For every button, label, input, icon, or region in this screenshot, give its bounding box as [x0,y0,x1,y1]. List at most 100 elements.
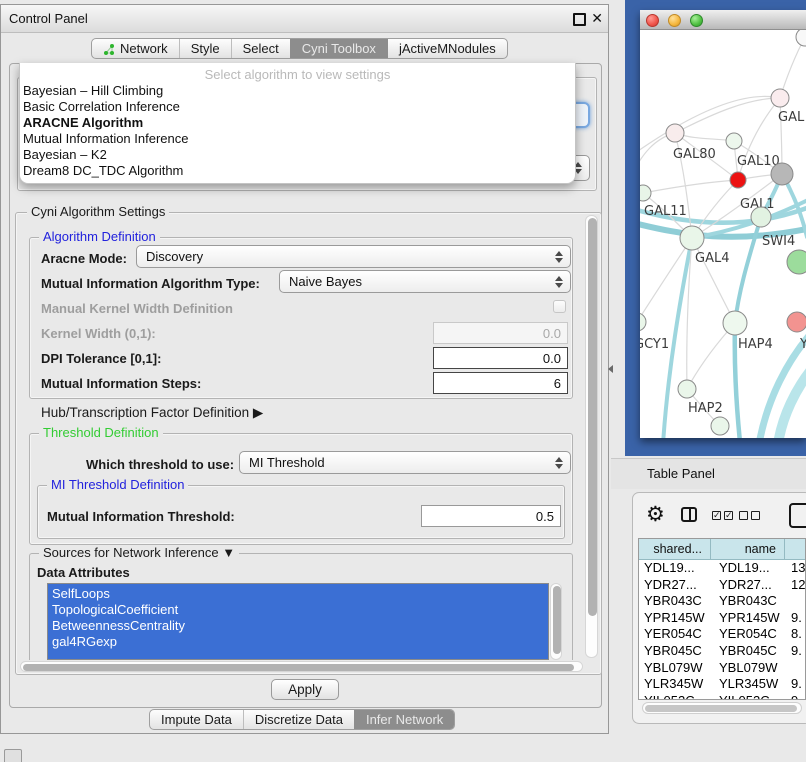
deselect-all-checkbox-icon[interactable] [739,511,748,520]
splitter-handle-icon[interactable] [608,365,613,373]
column-header-extra[interactable] [785,539,805,559]
table-cell: YBR043C [639,593,711,610]
table-cell: YPR145W [711,610,785,627]
table-cell: YIL052C [711,693,785,700]
network-canvas[interactable]: GALGAL80GAL10GAL1SWI4GAL11GAL4GCY1HAP4YH… [640,30,806,438]
table-row[interactable]: YPR145WYPR145W9. [639,610,805,627]
table-row[interactable]: YBR045CYBR045C9. [639,643,805,660]
settings-horizontal-scrollbar[interactable] [20,661,583,672]
table-cell: YBR045C [711,643,785,660]
network-node[interactable] [787,312,806,332]
dpi-tolerance-field[interactable]: 0.0 [433,347,568,369]
minimized-panel-icon[interactable] [4,749,22,762]
tab-style[interactable]: Style [179,39,231,58]
table-row[interactable]: YDR27...YDR27...12 [639,577,805,594]
network-node[interactable] [751,207,771,227]
tab-discretize-data[interactable]: Discretize Data [243,710,354,729]
network-node-label: GAL4 [695,251,729,266]
algorithm-option[interactable]: Bayesian – Hill Climbing [20,83,575,99]
table-horizontal-scrollbar[interactable] [642,702,802,714]
network-node[interactable] [730,172,746,188]
algorithm-option[interactable]: ARACNE Algorithm [20,115,575,131]
settings-horizontal-scrollbar-thumb[interactable] [23,664,574,671]
network-node[interactable] [787,250,806,274]
data-attributes-list[interactable]: SelfLoopsTopologicalCoefficientBetweenne… [47,583,549,660]
mi-algorithm-type-combo[interactable]: Naive Bayes [279,270,571,293]
network-node[interactable] [666,124,684,142]
kernel-width-field[interactable]: 0.0 [433,322,568,344]
columns-icon[interactable] [681,507,697,522]
network-node[interactable] [640,185,651,201]
network-window-titlebar[interactable] [640,10,806,30]
network-node[interactable] [771,163,793,185]
mi-steps-field[interactable]: 6 [433,372,568,394]
network-node[interactable] [640,313,646,331]
data-attribute-item[interactable]: BetweennessCentrality [48,618,548,634]
table-cell: YDL19... [639,560,711,577]
select-all-checkbox-icon[interactable]: ✓ [724,511,733,520]
table-row[interactable]: YER054CYER054C8. [639,626,805,643]
table-row[interactable]: YIL052CYIL052C9. [639,693,805,700]
table-panel-titlebar[interactable]: Table Panel [611,458,806,489]
node-table[interactable]: shared... name YDL19...YDL19...13YDR27..… [638,538,806,700]
attributes-scrollbar[interactable] [550,583,562,660]
settings-vertical-scrollbar[interactable] [585,215,598,658]
minimize-traffic-light-icon[interactable] [668,14,681,27]
data-attribute-item[interactable]: TopologicalCoefficient [48,602,548,618]
algorithm-option[interactable]: Mutual Information Inference [20,131,575,147]
algorithm-dropdown-list: Bayesian – Hill ClimbingBasic Correlatio… [20,83,575,179]
table-row[interactable]: YDL19...YDL19...13 [639,560,805,577]
kernel-width-label: Kernel Width (0,1): [41,326,156,341]
network-node[interactable] [678,380,696,398]
table-cell: 13 [785,560,805,577]
which-threshold-combo[interactable]: MI Threshold [239,451,571,474]
deselect-all-checkbox-icon[interactable] [751,511,760,520]
gear-icon[interactable]: ⚙ [646,504,665,525]
network-node[interactable] [796,30,806,46]
data-attribute-item[interactable]: gal4RGexp [48,634,548,650]
collapse-down-icon[interactable]: ▼ [222,545,235,560]
algorithm-option[interactable]: Basic Correlation Inference [20,99,575,115]
aracne-mode-combo[interactable]: Discovery [136,245,571,268]
network-node[interactable] [711,417,729,435]
dropdown-prompt: Select algorithm to view settings [20,66,575,83]
network-node[interactable] [771,89,789,107]
panel-mode-icon[interactable] [789,503,806,528]
expand-right-icon[interactable]: ▶ [253,405,263,420]
apply-button[interactable]: Apply [271,679,339,700]
column-header-name[interactable]: name [711,539,785,559]
algorithm-option[interactable]: Bayesian – K2 [20,147,575,163]
manual-kernel-width-checkbox[interactable] [553,300,566,313]
tab-infer-network[interactable]: Infer Network [354,710,454,729]
zoom-traffic-light-icon[interactable] [690,14,703,27]
table-row[interactable]: YLR345WYLR345W9. [639,676,805,693]
control-panel-titlebar[interactable]: Control Panel ✕ [1,5,608,33]
sources-group-label[interactable]: Sources for Network Inference ▼ [39,546,239,560]
settings-vertical-scrollbar-thumb[interactable] [588,218,597,616]
tab-jactivemnodules[interactable]: jActiveMNodules [387,39,507,58]
close-traffic-light-icon[interactable] [646,14,659,27]
mi-threshold-label: Mutual Information Threshold: [47,509,235,524]
network-node[interactable] [726,133,742,149]
mi-algorithm-type-label: Mutual Information Algorithm Type: [41,276,260,291]
algorithm-option[interactable]: Dream8 DC_TDC Algorithm [20,163,575,179]
combo-arrows-icon [555,275,564,289]
attributes-scrollbar-thumb[interactable] [553,586,561,654]
mi-threshold-field[interactable]: 0.5 [421,505,561,527]
table-row[interactable]: YBL079WYBL079W [639,660,805,677]
column-header-shared-name[interactable]: shared... [639,539,711,559]
network-window[interactable]: GALGAL80GAL10GAL1SWI4GAL11GAL4GCY1HAP4YH… [640,10,806,438]
tab-impute-data[interactable]: Impute Data [150,710,243,729]
table-horizontal-scrollbar-thumb[interactable] [645,705,797,712]
close-icon[interactable]: ✕ [591,10,603,27]
hub-definition-toggle[interactable]: Hub/Transcription Factor Definition ▶ [41,405,263,421]
table-row[interactable]: YBR043CYBR043C [639,593,805,610]
select-all-checkbox-icon[interactable]: ✓ [712,511,721,520]
tab-select[interactable]: Select [231,39,290,58]
tab-cyni-toolbox[interactable]: Cyni Toolbox [290,39,387,58]
tab-network[interactable]: Network [92,39,179,58]
data-attribute-item[interactable]: SelfLoops [48,586,548,602]
restore-icon[interactable] [573,13,586,26]
network-node[interactable] [723,311,747,335]
network-node[interactable] [680,226,704,250]
